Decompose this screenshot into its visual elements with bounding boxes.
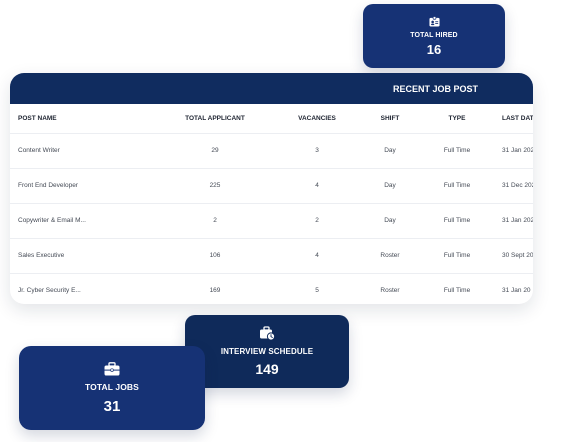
column-header-post-name[interactable]: POST NAME bbox=[10, 104, 150, 134]
cell-vacancies: 2 bbox=[280, 203, 354, 239]
cell-shift: Roster bbox=[354, 238, 426, 274]
interview-schedule-label: INTERVIEW SCHEDULE bbox=[220, 347, 314, 356]
table-row[interactable]: Front End Developer 225 4 Day Full Time … bbox=[10, 168, 533, 204]
cell-shift: Day bbox=[354, 168, 426, 204]
table-row[interactable]: Sales Executive 106 4 Roster Full Time 3… bbox=[10, 238, 533, 274]
cell-vacancies: 3 bbox=[280, 133, 354, 169]
cell-type: Full Time bbox=[426, 168, 488, 204]
cell-type: Full Time bbox=[426, 238, 488, 274]
cell-post-name: Sales Executive bbox=[10, 238, 150, 274]
cell-total-applicant: 169 bbox=[209, 287, 221, 295]
cell-shift: Day bbox=[354, 203, 426, 239]
column-header-total-applicant[interactable]: TOTAL APPLICANT bbox=[150, 104, 280, 134]
cell-total-applicant: 106 bbox=[150, 238, 280, 274]
total-jobs-value: 31 bbox=[103, 397, 121, 415]
cell-post-name: Copywriter & Email M... bbox=[10, 203, 150, 239]
briefcase-icon bbox=[104, 361, 120, 375]
interview-schedule-card[interactable]: INTERVIEW SCHEDULE 149 bbox=[185, 315, 349, 388]
cell-post-name: Jr. Cyber Security E... bbox=[18, 287, 81, 295]
cell-vacancies: 5 bbox=[315, 287, 319, 295]
cell-type: Full Time bbox=[426, 133, 488, 169]
cell-shift: Day bbox=[354, 133, 426, 169]
id-badge-icon bbox=[428, 15, 440, 27]
dashboard-stage: TOTAL HIRED 16 RECENT JOB POST POST NAME… bbox=[0, 0, 564, 442]
table-row[interactable]: Jr. Cyber Security E... 169 5 Roster Ful… bbox=[10, 273, 533, 304]
column-header-last-date[interactable]: LAST DATE bbox=[488, 104, 533, 134]
cell-type: Full Time bbox=[443, 287, 471, 295]
column-header-shift[interactable]: SHIFT bbox=[354, 104, 426, 134]
cell-vacancies: 4 bbox=[280, 168, 354, 204]
total-hired-label: TOTAL HIRED bbox=[410, 31, 458, 39]
panel-header: RECENT JOB POST bbox=[10, 73, 533, 104]
cell-total-applicant: 2 bbox=[150, 203, 280, 239]
total-jobs-label: TOTAL JOBS bbox=[85, 381, 139, 392]
total-hired-card[interactable]: TOTAL HIRED 16 bbox=[363, 4, 505, 68]
recent-job-post-panel: RECENT JOB POST POST NAME TOTAL APPLICAN… bbox=[10, 73, 533, 304]
cell-last-date: 31 Jan 202 bbox=[488, 203, 533, 239]
cell-last-date: 30 Sept 20 bbox=[488, 238, 533, 274]
total-hired-value: 16 bbox=[426, 41, 442, 57]
cell-total-applicant: 29 bbox=[150, 133, 280, 169]
cell-last-date: 31 Dec 202 bbox=[488, 168, 533, 204]
cell-last-date: 31 Jan 20 bbox=[502, 287, 531, 295]
column-header-vacancies[interactable]: VACANCIES bbox=[280, 104, 354, 134]
cell-total-applicant: 225 bbox=[150, 168, 280, 204]
column-header-type[interactable]: TYPE bbox=[426, 104, 488, 134]
briefcase-clock-icon bbox=[260, 326, 275, 341]
cell-post-name: Front End Developer bbox=[10, 168, 150, 204]
cell-type: Full Time bbox=[426, 203, 488, 239]
panel-title: RECENT JOB POST bbox=[393, 83, 479, 94]
total-jobs-card[interactable]: TOTAL JOBS 31 bbox=[19, 346, 205, 430]
interview-schedule-value: 149 bbox=[255, 361, 279, 377]
job-table: POST NAME TOTAL APPLICANT VACANCIES SHIF… bbox=[10, 104, 533, 304]
table-header-row: POST NAME TOTAL APPLICANT VACANCIES SHIF… bbox=[10, 104, 533, 134]
cell-shift: Roster bbox=[380, 287, 400, 295]
cell-post-name: Content Writer bbox=[10, 133, 150, 169]
table-row[interactable]: Content Writer 29 3 Day Full Time 31 Jan… bbox=[10, 133, 533, 169]
cell-vacancies: 4 bbox=[280, 238, 354, 274]
cell-last-date: 31 Jan 202 bbox=[488, 133, 533, 169]
table-row[interactable]: Copywriter & Email M... 2 2 Day Full Tim… bbox=[10, 203, 533, 239]
